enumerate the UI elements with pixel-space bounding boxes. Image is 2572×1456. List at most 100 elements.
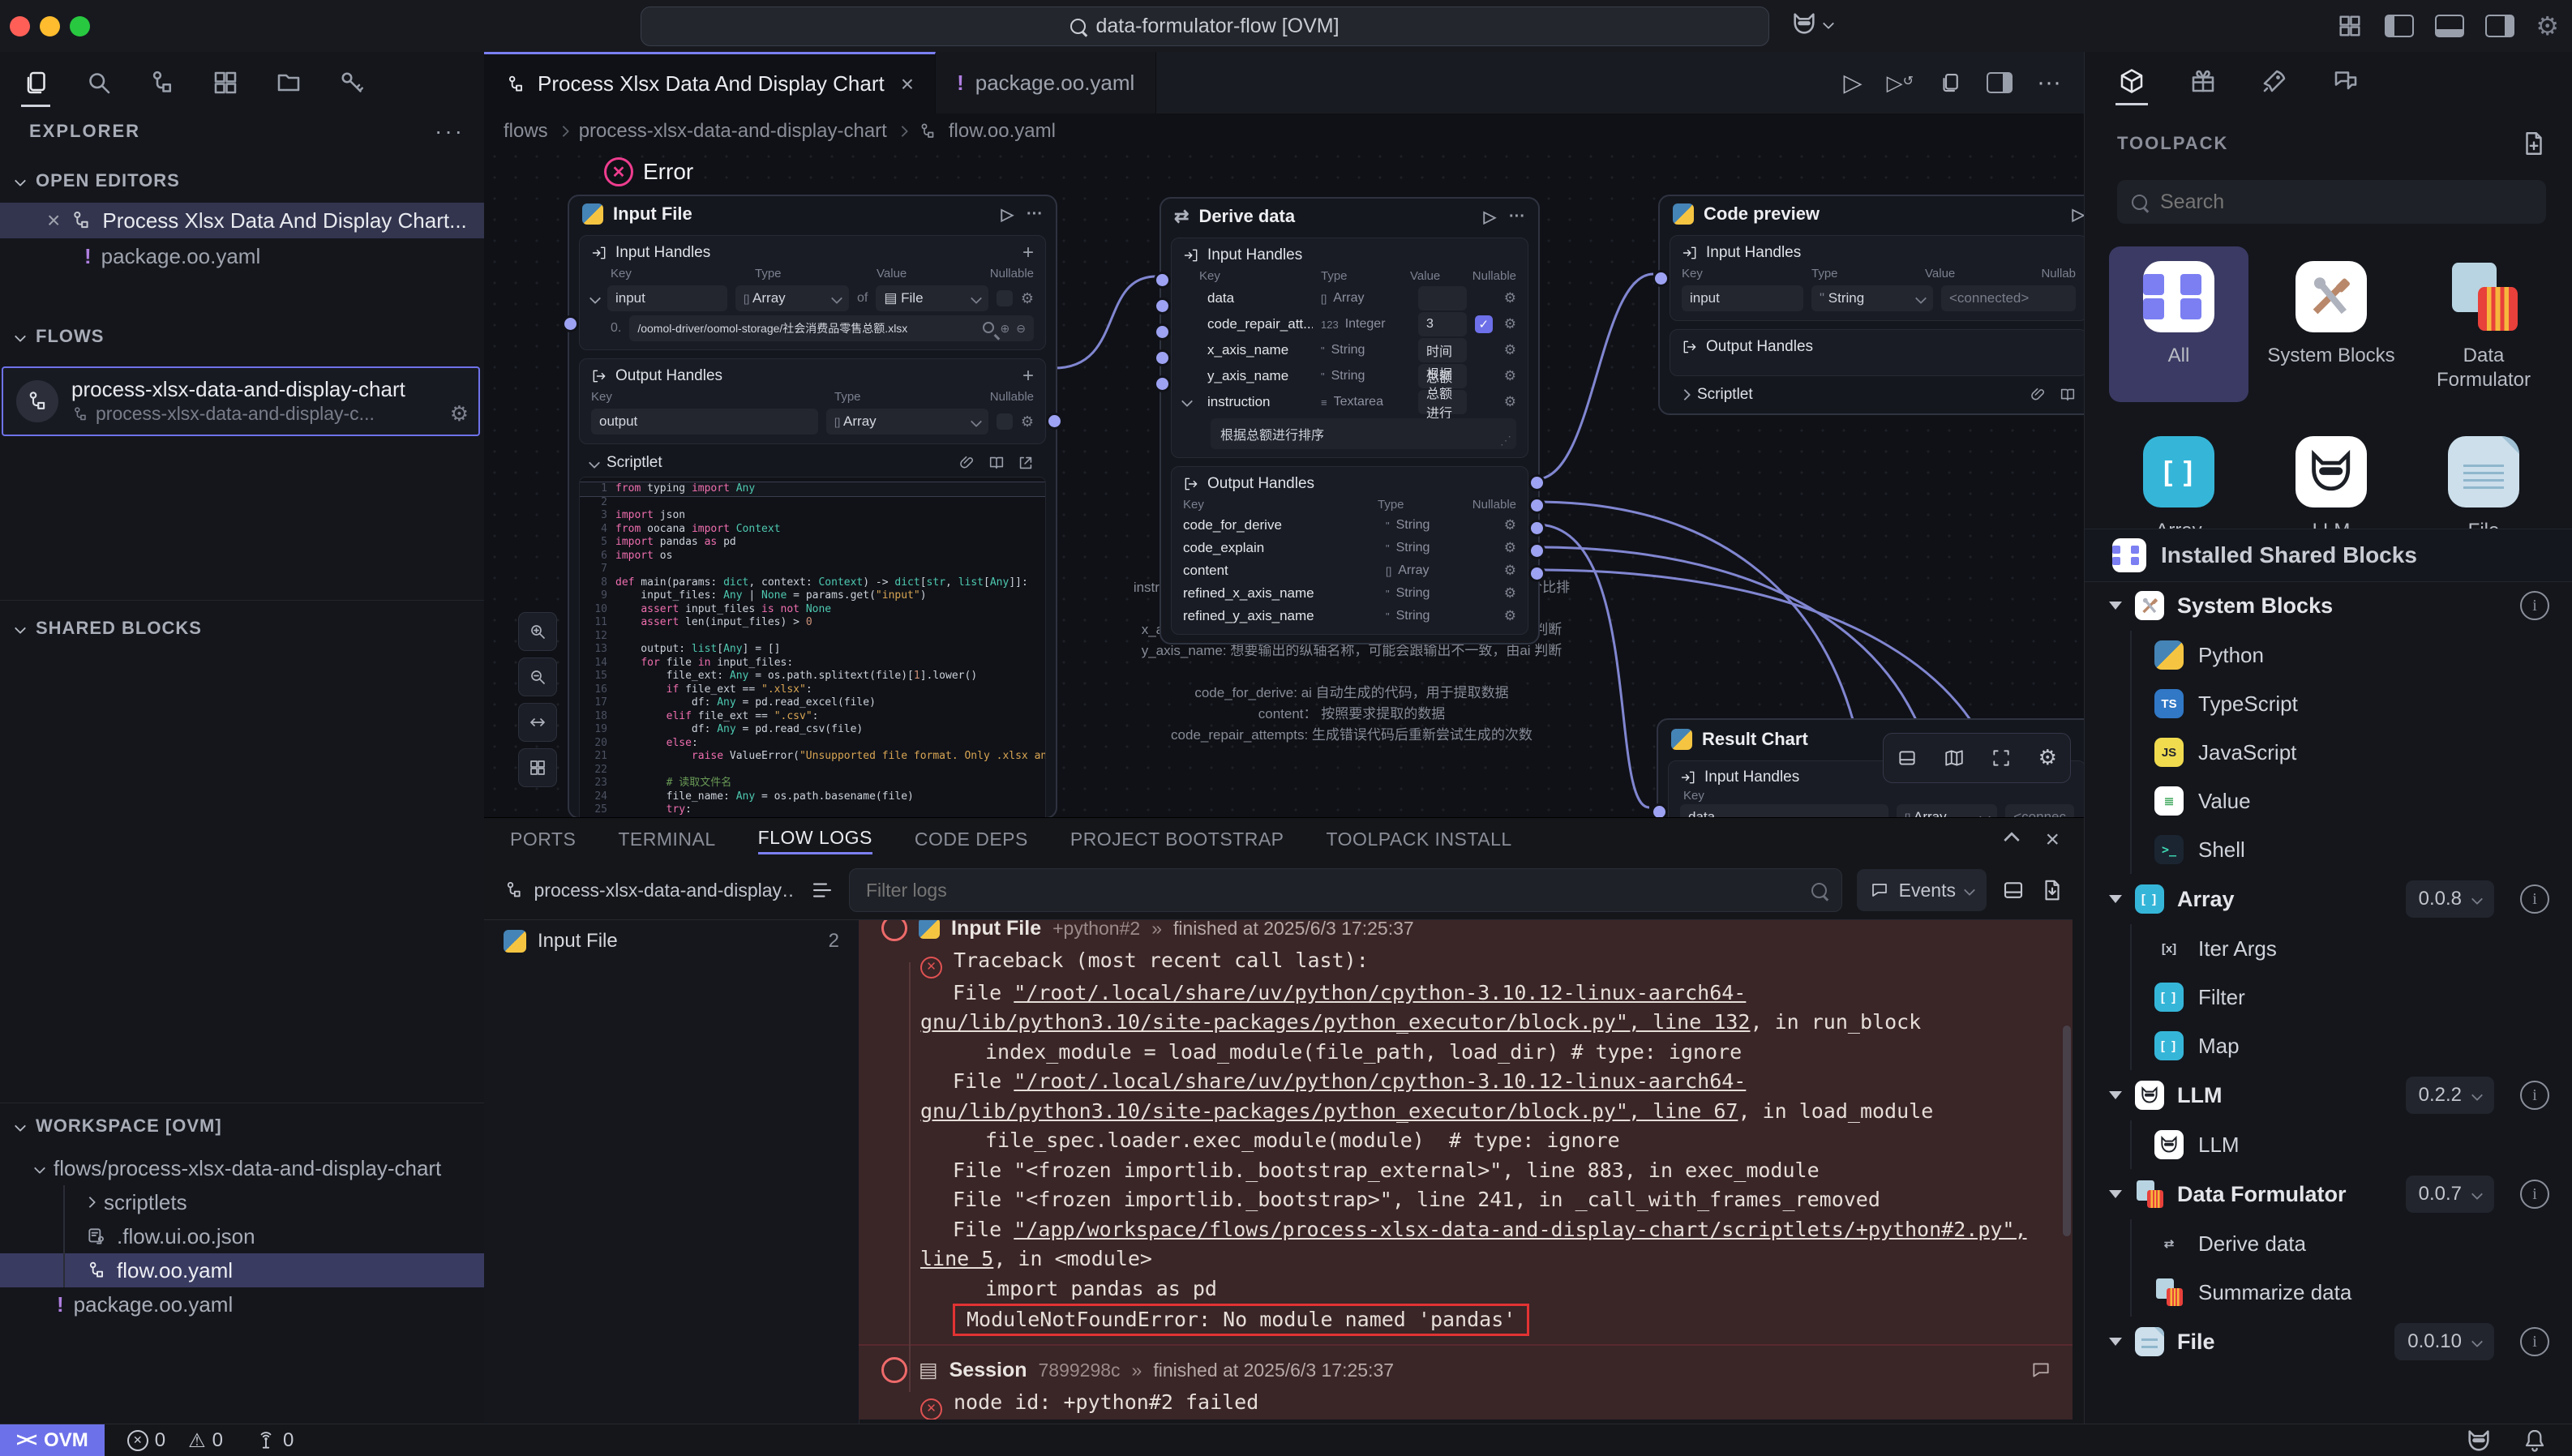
rerun-icon[interactable]: ▷↺ [1887,71,1914,96]
block-item-filter[interactable]: [ ]Filter [2132,973,2572,1021]
input-port[interactable] [562,315,579,332]
notifications-bell-icon[interactable] [2522,1428,2548,1454]
handle-key-field[interactable]: data [1680,804,1888,817]
browse-file-icon[interactable] [983,322,994,333]
close-tab-icon[interactable]: × [901,71,914,97]
toggle-right-sidebar-icon[interactable] [2485,15,2514,37]
block-item-summarize-data[interactable]: Summarize data [2132,1268,2572,1317]
panel-tab-flow-logs[interactable]: FLOW LOGS [758,827,872,854]
node-derive-data[interactable]: ⇄ Derive data ▷··· Input Handles KeyType… [1160,197,1540,644]
run-node-icon[interactable]: ▷ [2073,204,2084,225]
handle-type-select[interactable]: [] Array [735,285,849,311]
docs-icon[interactable] [988,454,1005,472]
node-code-preview[interactable]: Code preview ▷ Input Handles KeyTypeValu… [1658,195,2084,415]
search-icon[interactable] [79,63,118,102]
scriptlet-code[interactable]: 1from typing import Any2 3import json4fr… [579,477,1046,817]
filter-logs-input[interactable] [864,879,1811,902]
more-actions-icon[interactable]: ··· [2037,69,2061,96]
toolpack-search-input[interactable] [2158,190,2531,215]
tree-item-flow-yaml[interactable]: flow.oo.yaml [0,1253,484,1287]
canvas-settings-icon[interactable]: ⚙ [2038,746,2057,770]
handle-key-field[interactable]: output [591,409,818,435]
workspace-header[interactable]: WORKSPACE [OVM] [16,1116,222,1137]
session-rerun-icon[interactable] [881,1357,907,1383]
folder-icon[interactable] [269,63,308,102]
remote-indicator[interactable]: >< OVM [0,1424,105,1456]
panel-tab-project-bootstrap[interactable]: PROJECT BOOTSTRAP [1070,829,1284,854]
block-item-typescript[interactable]: TSTypeScript [2132,679,2572,728]
shared-blocks-header[interactable]: SHARED BLOCKS [16,618,202,639]
tree-item-flow-ui-json[interactable]: .flow.ui.oo.json [0,1219,484,1253]
add-output-handle-icon[interactable]: + [1022,365,1034,388]
nullable-checkbox[interactable] [997,413,1013,430]
window-minimize-button[interactable] [40,16,60,36]
warnings-status[interactable]: ⚠0 [188,1429,223,1452]
block-group-array[interactable]: [ ]Array0.0.8i [2085,874,2572,924]
toggle-panel-icon[interactable] [1897,747,1918,769]
log-settings-icon[interactable] [2001,878,2025,902]
derive-input-row[interactable]: instruction≡Textarea根据总额进行排序⚙ [1183,389,1516,415]
nullable-checkbox[interactable] [997,290,1013,306]
marketplace-gift-icon[interactable] [2185,63,2221,99]
handle-type-select[interactable]: [] Array [1897,804,1997,817]
chat-icon[interactable] [2328,63,2364,99]
block-item-iter-args[interactable]: [x]Iter Args [2132,924,2572,973]
version-select[interactable]: 0.0.8 [2406,880,2494,918]
version-select[interactable]: 0.0.10 [2394,1323,2494,1360]
tree-item-package-yaml[interactable]: ! package.oo.yaml [0,1287,484,1321]
tree-item-flow-folder[interactable]: flows/process-xlsx-data-and-display-char… [0,1151,484,1185]
handle-settings-icon[interactable]: ⚙ [1021,290,1034,307]
toggle-left-sidebar-icon[interactable] [2385,15,2414,37]
fox-icon[interactable] [2465,1427,2493,1454]
panel-tab-toolpack-install[interactable]: TOOLPACK INSTALL [1327,829,1512,854]
block-item-derive-data[interactable]: ⇄Derive data [2132,1219,2572,1268]
derive-input-row[interactable]: y_axis_name"String总额⚙ [1183,363,1516,389]
tab-flow[interactable]: Process Xlsx Data And Display Chart × [484,52,936,113]
block-item-map[interactable]: [ ]Map [2132,1021,2572,1070]
log-flow-selector[interactable]: process-xlsx-data-and-display… [504,880,795,901]
breadcrumb[interactable]: flows process-xlsx-data-and-display-char… [504,120,1056,143]
comment-icon[interactable] [2030,1360,2051,1381]
info-icon[interactable]: i [2520,591,2549,620]
handle-value-type-select[interactable]: ▤ File [876,285,988,311]
maximize-panel-icon[interactable] [2004,832,2021,848]
apps-grid-icon[interactable] [2336,12,2364,40]
expand-scriptlet-icon[interactable] [1679,389,1691,400]
block-item-value[interactable]: ≣Value [2132,777,2572,825]
version-select[interactable]: 0.0.7 [2406,1176,2494,1213]
add-input-handle-icon[interactable]: + [1022,242,1034,264]
tab-package[interactable]: ! package.oo.yaml [936,52,1156,113]
output-port[interactable] [1046,413,1063,430]
attach-icon[interactable] [958,454,976,472]
run-node-icon[interactable]: ▷ [1001,204,1014,225]
remove-file-icon[interactable]: ⊖ [1016,322,1026,336]
handle-settings-icon[interactable]: ⚙ [1021,413,1034,430]
window-zoom-button[interactable] [70,16,90,36]
docs-icon[interactable] [2059,386,2077,404]
ports-status[interactable]: 0 [255,1429,294,1452]
command-center[interactable]: data-formulator-flow [OVM] [641,6,1769,46]
close-icon[interactable]: × [47,208,60,233]
settings-gear-icon[interactable]: ⚙ [2536,11,2559,41]
block-group-llm[interactable]: LLM0.2.2i [2085,1070,2572,1120]
handle-type-select[interactable]: [] Array [826,409,988,435]
open-external-icon[interactable] [1017,454,1035,472]
explorer-files-icon[interactable] [16,63,55,102]
secrets-key-icon[interactable] [332,63,371,102]
toggle-bottom-panel-icon[interactable] [2435,15,2464,37]
block-group-system-blocks[interactable]: System Blocksi [2085,580,2572,631]
flow-canvas[interactable]: ✕ Error Input File ▷··· Input Handles+ K… [484,146,2084,817]
fit-view-icon[interactable] [1991,747,2012,769]
zoom-in-button[interactable] [518,612,557,651]
derive-output-row[interactable]: refined_y_axis_name"String⚙ [1183,605,1516,627]
new-toolpack-icon[interactable] [2520,130,2548,157]
derive-input-row[interactable]: data[]Array⚙ [1183,285,1516,311]
toolpack-tile-system-blocks[interactable]: System Blocks [2261,246,2401,402]
copy-icon[interactable] [1938,71,1962,95]
info-icon[interactable]: i [2520,1327,2549,1356]
info-icon[interactable]: i [2520,1180,2549,1209]
panel-tab-code-deps[interactable]: CODE DEPS [915,829,1028,854]
window-close-button[interactable] [10,16,30,36]
open-editors-header[interactable]: OPEN EDITORS [16,170,180,191]
block-item-llm[interactable]: LLM [2132,1120,2572,1169]
